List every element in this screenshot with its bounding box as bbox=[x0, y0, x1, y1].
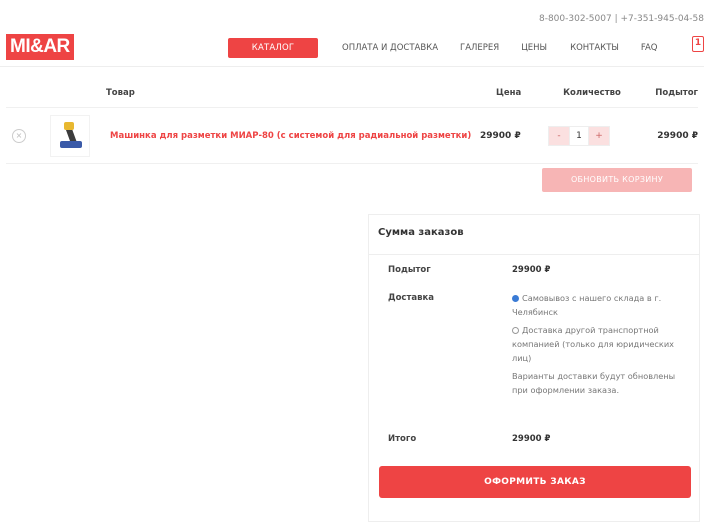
shipping-option-transport-label: Доставка другой транспортной компанией (… bbox=[512, 325, 675, 363]
nav-item-contacts[interactable]: КОНТАКТЫ bbox=[570, 43, 619, 53]
cart-table: Товар Цена Количество Подытог × Машинка … bbox=[6, 78, 698, 164]
header-price: Цена bbox=[496, 87, 522, 98]
shipping-option-transport[interactable]: Доставка другой транспортной компанией (… bbox=[512, 323, 682, 365]
header-contacts: 8-800-302-5007 | +7-351-945-04-58 bbox=[538, 14, 704, 24]
qty-plus-button[interactable]: + bbox=[589, 126, 609, 145]
cart-count: 1 bbox=[694, 38, 702, 48]
total-label: Итого bbox=[388, 434, 417, 444]
shipping-option-pickup[interactable]: Самовывоз с нашего склада в г. Челябинск bbox=[512, 291, 682, 319]
shipping-options: Самовывоз с нашего склада в г. Челябинск… bbox=[512, 291, 682, 397]
product-thumbnail[interactable] bbox=[50, 114, 90, 157]
qty-minus-button[interactable]: - bbox=[549, 126, 569, 145]
header-quantity: Количество bbox=[563, 87, 621, 98]
main-nav: КАТАЛОГ ОПЛАТА И ДОСТАВКА ГАЛЕРЕЯ ЦЕНЫ К… bbox=[228, 38, 704, 58]
header-divider bbox=[0, 66, 704, 67]
radio-unselected-icon[interactable] bbox=[512, 326, 519, 334]
cart-table-header: Товар Цена Количество Подытог bbox=[6, 78, 698, 108]
cart-totals-panel: Сумма заказов Подытог 29900 ₽ Доставка С… bbox=[368, 214, 700, 522]
nav-item-faq[interactable]: FAQ bbox=[641, 43, 657, 53]
nav-item-gallery[interactable]: ГАЛЕРЕЯ bbox=[460, 43, 499, 53]
totals-title: Сумма заказов bbox=[378, 227, 464, 238]
site-logo[interactable]: MI&AR bbox=[6, 34, 74, 60]
product-price: 29900 ₽ bbox=[480, 130, 521, 141]
totals-subtotal-label: Подытог bbox=[388, 265, 431, 275]
shipping-note: Варианты доставки будут обновлены при оф… bbox=[512, 371, 676, 395]
update-cart-button[interactable]: ОБНОВИТЬ КОРЗИНУ bbox=[542, 168, 692, 192]
catalog-button[interactable]: КАТАЛОГ bbox=[228, 38, 318, 58]
qty-input[interactable]: 1 bbox=[569, 126, 589, 145]
header-subtotal: Подытог bbox=[655, 87, 698, 98]
total-value: 29900 ₽ bbox=[512, 434, 551, 444]
totals-subtotal-value: 29900 ₽ bbox=[512, 265, 551, 275]
remove-item-icon[interactable]: × bbox=[12, 128, 26, 143]
shipping-option-pickup-label: Самовывоз с нашего склада в г. Челябинск bbox=[512, 293, 662, 317]
header-product: Товар bbox=[106, 87, 135, 98]
product-name-link[interactable]: Машинка для разметки МИАР-80 (с системой… bbox=[110, 131, 480, 141]
cart-row: × Машинка для разметки МИАР-80 (с систем… bbox=[6, 108, 698, 164]
checkout-button[interactable]: ОФОРМИТЬ ЗАКАЗ bbox=[379, 466, 691, 498]
quantity-stepper: - 1 + bbox=[548, 125, 610, 146]
radio-selected-icon[interactable] bbox=[512, 294, 519, 302]
nav-item-payment-delivery[interactable]: ОПЛАТА И ДОСТАВКА bbox=[342, 43, 438, 53]
cart-icon[interactable]: 1 bbox=[692, 36, 704, 52]
totals-divider bbox=[369, 254, 699, 255]
nav-item-prices[interactable]: ЦЕНЫ bbox=[521, 43, 547, 53]
row-subtotal: 29900 ₽ bbox=[657, 130, 698, 141]
shipping-label: Доставка bbox=[388, 293, 434, 303]
